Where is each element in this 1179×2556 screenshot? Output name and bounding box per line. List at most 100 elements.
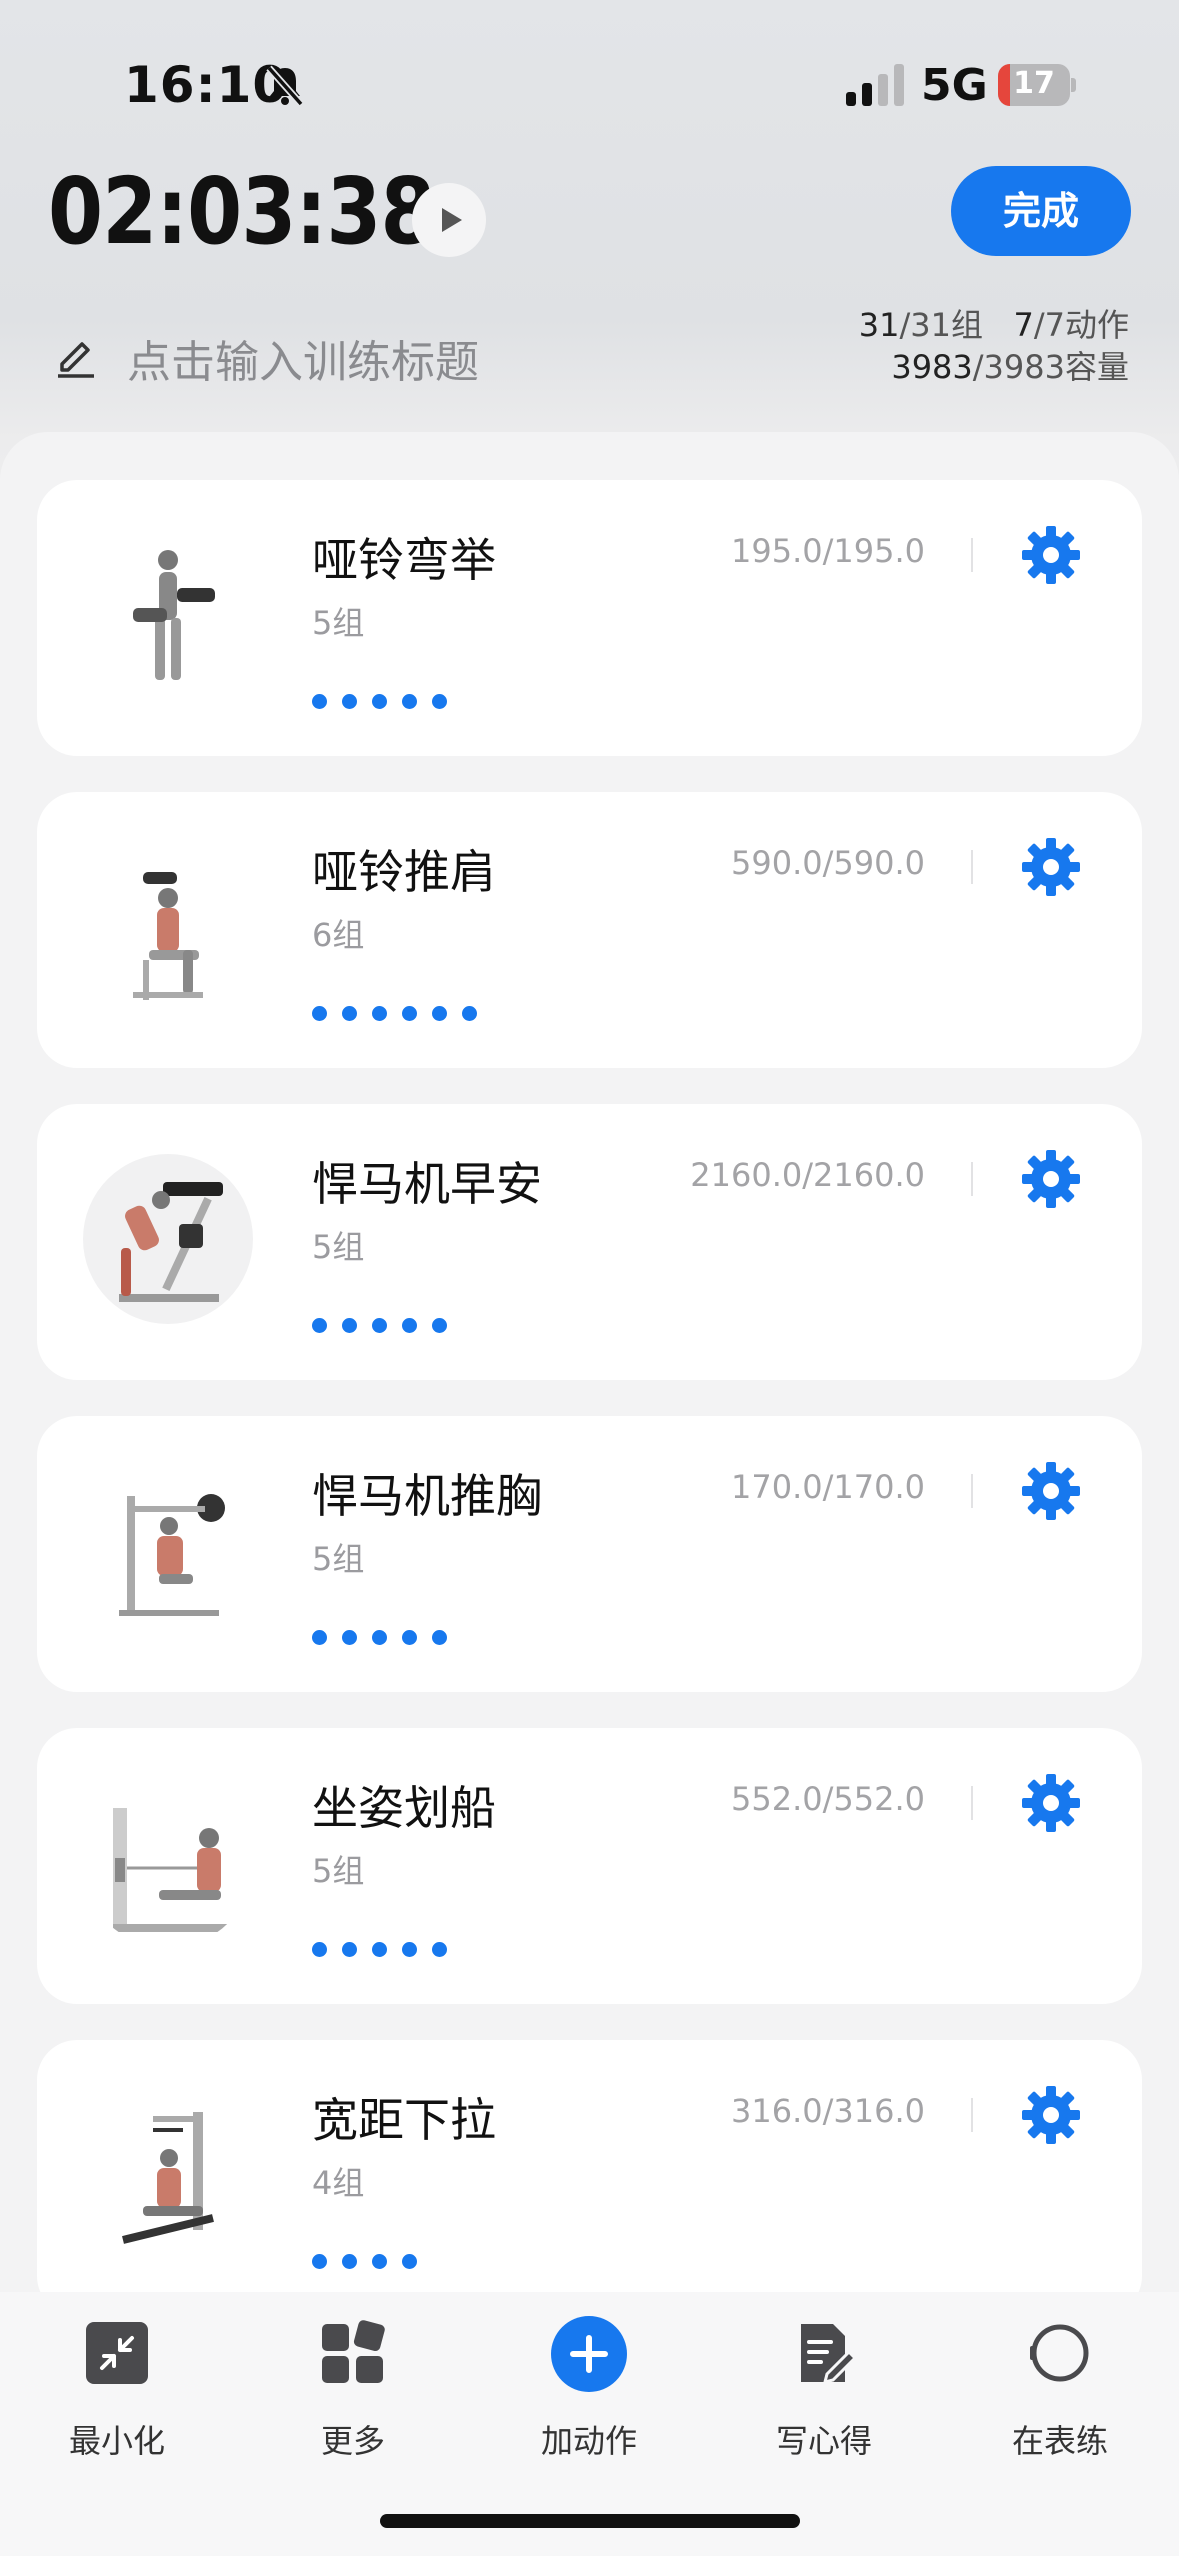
document-edit-icon [801,2324,858,2385]
divider [971,538,973,572]
set-dot [402,694,417,709]
pencil-icon [58,342,94,378]
exercise-name: 悍马机早安 [312,1157,542,1211]
exercise-name: 哑铃推肩 [312,845,496,899]
exercise-sets: 5组 [312,1540,365,1578]
set-dot [432,1006,447,1021]
set-dot [432,1318,447,1333]
workout-timer: 02:03:38 [48,158,436,265]
set-dot [372,1318,387,1333]
exercise-illustration [122,2112,214,2244]
exercise-name: 悍马机推胸 [312,1469,542,1523]
set-dots [312,694,462,710]
exercise-illustration [83,1154,253,1324]
set-dot [462,1006,477,1021]
set-dot [312,1942,327,1957]
finish-button[interactable]: 完成 [951,166,1131,256]
add-exercise-button[interactable]: 加动作 [489,2316,689,2462]
watch-icon [1030,2324,1089,2382]
plus-icon [551,2316,627,2392]
exercise-card[interactable]: 哑铃推肩 6组 590.0/590.0 [37,792,1142,1068]
divider [971,1474,973,1508]
set-dot [342,1630,357,1645]
exercise-sets: 6组 [312,916,365,954]
set-dot [312,694,327,709]
gear-icon[interactable] [1020,1148,1082,1210]
workout-stats: 31/31组 7/7动作 3983/3983容量 [859,304,1129,388]
exercise-card[interactable]: 悍马机推胸 5组 170.0/170.0 [37,1416,1142,1692]
more-button[interactable]: 更多 [253,2320,453,2462]
divider [971,1162,973,1196]
actions-total: /7 [1033,306,1065,344]
set-dot [402,2254,417,2269]
set-dot [402,1006,417,1021]
actions-done: 7 [1013,306,1034,344]
gear-icon[interactable] [1020,2084,1082,2146]
sets-done: 31 [858,306,900,344]
exercise-name: 哑铃弯举 [312,533,496,587]
write-notes-button[interactable]: 写心得 [724,2320,924,2462]
exercise-illustration [119,1494,225,1616]
more-label: 更多 [320,2422,385,2460]
exercise-sets: 5组 [312,1228,365,1266]
exercise-illustration [133,872,203,1000]
battery-level: 17 [1013,66,1055,101]
set-dot [312,2254,327,2269]
gear-icon[interactable] [1020,1772,1082,1834]
exercise-sets: 4组 [312,2164,365,2202]
minimize-icon [86,2322,148,2384]
gear-icon[interactable] [1020,836,1082,898]
exercise-card[interactable]: 悍马机早安 5组 2160.0/2160.0 [37,1104,1142,1380]
exercise-name: 坐姿划船 [312,1781,496,1835]
bell-slash-icon [266,65,304,107]
set-dot [432,694,447,709]
watch-workout-label: 在表练 [1011,2422,1108,2460]
exercise-volume: 170.0/170.0 [731,1468,925,1506]
sets-total: /31 [899,306,951,344]
set-dot [312,1006,327,1021]
set-dot [342,694,357,709]
gear-icon[interactable] [1020,1460,1082,1522]
set-dots [312,1942,462,1958]
network-type: 5G [921,60,988,111]
exercise-sets: 5组 [312,604,365,642]
volume-unit: 容量 [1064,348,1129,386]
set-dot [312,1318,327,1333]
battery-icon: 17 [998,64,1076,106]
play-button[interactable] [412,183,486,257]
add-exercise-label: 加动作 [540,2422,637,2460]
set-dot [342,1006,357,1021]
grid-icon [322,2320,385,2383]
set-dot [372,1006,387,1021]
play-icon [442,208,462,232]
minimize-button[interactable]: 最小化 [17,2320,217,2462]
set-dots [312,1006,492,1022]
exercise-illustration [113,1808,233,1932]
set-dots [312,1318,462,1334]
set-dot [312,1630,327,1645]
set-dot [402,1630,417,1645]
set-dot [402,1942,417,1957]
exercise-card[interactable]: 哑铃弯举 5组 195.0/195.0 [37,480,1142,756]
set-dot [372,1630,387,1645]
exercise-volume: 552.0/552.0 [731,1780,925,1818]
exercise-card[interactable]: 坐姿划船 5组 552.0/552.0 [37,1728,1142,2004]
actions-unit: 动作 [1064,306,1129,344]
set-dot [432,1630,447,1645]
gear-icon[interactable] [1020,524,1082,586]
exercise-volume: 316.0/316.0 [731,2092,925,2130]
sets-unit: 组 [950,306,983,344]
set-dots [312,2254,432,2270]
set-dot [432,1942,447,1957]
divider [971,1786,973,1820]
workout-title-input[interactable]: 点击输入训练标题 [127,326,479,390]
signal-icon [846,64,904,106]
exercise-card[interactable]: 宽距下拉 4组 316.0/316.0 [37,2040,1142,2316]
watch-workout-button[interactable]: 在表练 [960,2320,1160,2462]
exercise-sets: 5组 [312,1852,365,1890]
set-dot [372,1942,387,1957]
exercise-volume: 195.0/195.0 [731,532,925,570]
exercise-name: 宽距下拉 [312,2093,496,2147]
set-dot [372,694,387,709]
set-dot [342,2254,357,2269]
